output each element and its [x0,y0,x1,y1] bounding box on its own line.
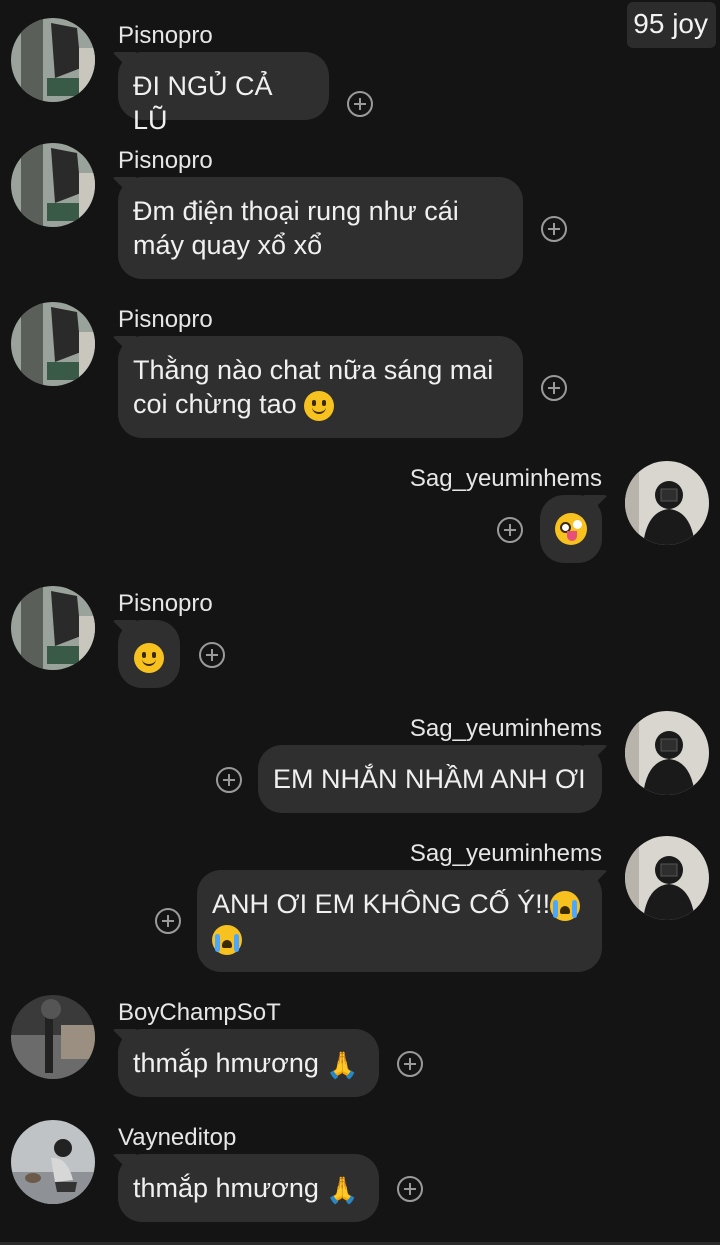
avatar[interactable] [11,586,95,670]
slightly-smiling-emoji-icon [134,642,164,673]
message-row: Pisnopro [0,586,720,696]
message-text: EM NHẮN NHẦM ANH ƠI [273,764,586,794]
add-reaction-icon[interactable] [397,1051,423,1077]
folded-hands-emoji-icon: 🙏 [326,1174,359,1205]
message-bubble[interactable]: EM NHẮN NHẦM ANH ƠI [258,745,602,813]
sender-name: Pisnopro [118,306,213,333]
add-reaction-icon[interactable] [497,517,523,543]
message-bubble[interactable]: Thằng nào chat nữa sáng mai coi chừng ta… [118,336,523,438]
message-row: Pisnopro Đm điện thoại rung như cái máy … [0,143,720,283]
message-bubble[interactable]: ANH ƠI EM KHÔNG CỐ Ý!! [197,870,602,972]
message-bubble[interactable]: Đm điện thoại rung như cái máy quay xổ x… [118,177,523,279]
message-text: coi chừng tao [133,389,297,419]
avatar[interactable] [11,18,95,102]
sender-name: Pisnopro [118,590,213,617]
zany-face-emoji-icon [555,513,587,545]
avatar[interactable] [11,995,95,1079]
avatar[interactable] [625,461,709,545]
folded-hands-emoji-icon: 🙏 [326,1049,359,1080]
loudly-crying-emoji-icon [550,890,581,921]
avatar[interactable] [11,143,95,227]
message-row: Pisnopro Thằng nào chat nữa sáng mai coi… [0,302,720,442]
sender-name: Pisnopro [118,147,213,174]
message-text: ANH ƠI EM KHÔNG CỐ Ý!! [212,889,551,919]
avatar[interactable] [625,836,709,920]
message-text: ĐI NGỦ CẢ LŨ [133,71,273,135]
sender-name: Pisnopro [118,22,213,49]
message-text: máy quay xổ xổ [133,230,323,260]
message-text: thmắp hmương [133,1173,319,1203]
message-text: Đm điện thoại rung như cái [133,196,459,226]
message-bubble[interactable] [118,620,180,688]
message-row: Vayneditop thmắp hmương 🙏 [0,1120,720,1230]
message-bubble[interactable]: thmắp hmương 🙏 [118,1154,379,1222]
message-row: BoyChampSoT thmắp hmương 🙏 [0,995,720,1105]
sender-name: Vayneditop [118,1124,237,1151]
add-reaction-icon[interactable] [216,767,242,793]
sender-name: Sag_yeuminhems [409,465,602,492]
avatar[interactable] [625,711,709,795]
add-reaction-icon[interactable] [541,216,567,242]
message-text: thmắp hmương [133,1048,319,1078]
message-text: Thằng nào chat nữa sáng mai [133,355,494,385]
sender-name: BoyChampSoT [118,999,281,1026]
message-bubble[interactable]: thmắp hmương 🙏 [118,1029,379,1097]
avatar[interactable] [11,302,95,386]
add-reaction-icon[interactable] [347,91,373,117]
sender-name: Sag_yeuminhems [409,715,602,742]
message-row: Sag_yeuminhems ANH ƠI EM KHÔNG CỐ Ý!! [0,836,720,976]
add-reaction-icon[interactable] [155,908,181,934]
sender-name: Sag_yeuminhems [409,840,602,867]
add-reaction-icon[interactable] [397,1176,423,1202]
message-row: Sag_yeuminhems [0,461,720,571]
avatar[interactable] [11,1120,95,1204]
message-row: Pisnopro ĐI NGỦ CẢ LŨ [0,18,720,135]
loudly-crying-emoji-icon [212,924,242,955]
message-row: Sag_yeuminhems EM NHẮN NHẦM ANH ƠI [0,711,720,821]
message-bubble[interactable]: ĐI NGỦ CẢ LŨ [118,52,329,135]
slightly-smiling-emoji-icon [304,390,335,421]
message-bubble[interactable] [540,495,602,563]
add-reaction-icon[interactable] [199,642,225,668]
add-reaction-icon[interactable] [541,375,567,401]
